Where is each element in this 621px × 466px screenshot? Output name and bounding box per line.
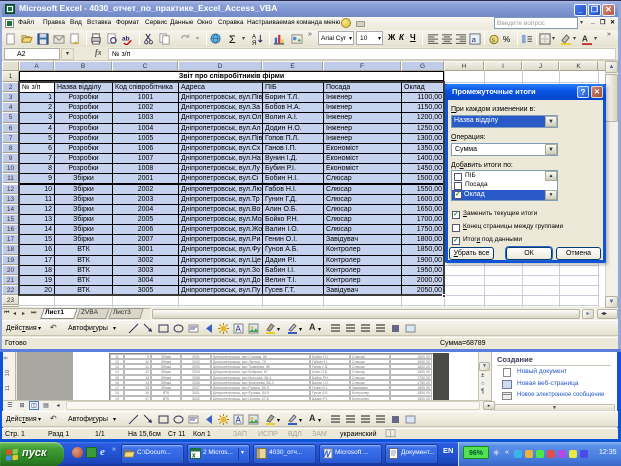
svg-text:А: А bbox=[252, 35, 256, 41]
svg-text:Я: Я bbox=[252, 41, 256, 45]
svg-text:ab: ab bbox=[122, 35, 130, 42]
svg-text:Σ: Σ bbox=[229, 34, 236, 45]
svg-text:A: A bbox=[236, 416, 242, 425]
svg-text:A: A bbox=[582, 33, 588, 43]
svg-text:%: % bbox=[503, 34, 511, 44]
svg-text:A: A bbox=[236, 325, 242, 334]
svg-text:s: s bbox=[492, 37, 495, 44]
